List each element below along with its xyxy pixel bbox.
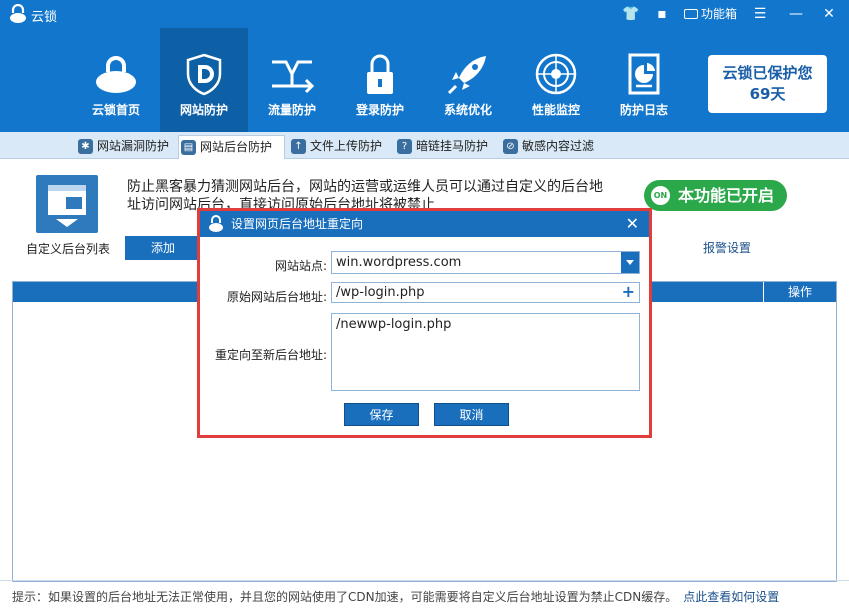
app-title: 云锁 bbox=[31, 10, 58, 25]
bug-icon: ✱ bbox=[78, 139, 93, 154]
alarm-settings-link[interactable]: 报警设置 bbox=[703, 239, 751, 256]
app-header: 云锁 👕 ▪ 功能箱 ☰ — ✕ 云锁首页 网站防护 流量防护 登录防护 系统优… bbox=[0, 0, 849, 132]
radar-icon bbox=[535, 53, 577, 95]
traffic-icon bbox=[272, 60, 314, 94]
cancel-button[interactable]: 取消 bbox=[434, 403, 509, 426]
redirect-dialog: 设置网页后台地址重定向 ✕ 网站站点: win.wordpress.com 原始… bbox=[197, 208, 652, 438]
site-value: win.wordpress.com bbox=[336, 255, 462, 270]
app-logo-icon bbox=[10, 4, 26, 23]
tab-upload-protect[interactable]: ↑ 文件上传防护 bbox=[289, 135, 391, 159]
new-path-textarea[interactable]: /newwp-login.php bbox=[331, 313, 640, 391]
browser-icon: ▤ bbox=[181, 140, 196, 155]
site-label: 网站站点: bbox=[274, 259, 327, 273]
tab-label: 网站后台防护 bbox=[200, 140, 273, 154]
padlock-icon bbox=[367, 54, 393, 94]
nav-performance-monitor[interactable]: 性能监控 bbox=[512, 28, 600, 132]
nav-label: 系统优化 bbox=[443, 103, 492, 117]
toolbox-icon bbox=[684, 9, 698, 19]
function-box-button[interactable]: 功能箱 bbox=[684, 5, 737, 23]
status-text: 本功能已开启 bbox=[678, 186, 775, 205]
sub-tabs: ✱ 网站漏洞防护 ▤ 网站后台防护 ↑ 文件上传防护 ? 暗链挂马防护 ⊘ 敏感内容过滤 bbox=[0, 132, 849, 159]
original-path-label: 原始网站后台地址: bbox=[226, 290, 327, 304]
plus-icon[interactable]: + bbox=[622, 282, 635, 301]
protect-days-box[interactable]: 云锁已保护您 69天 bbox=[708, 55, 827, 113]
site-select[interactable]: win.wordpress.com bbox=[331, 251, 640, 274]
nav-system-optimize[interactable]: 系统优化 bbox=[424, 28, 512, 132]
tab-label: 网站漏洞防护 bbox=[97, 139, 170, 153]
message-icon[interactable]: ▪ bbox=[653, 5, 671, 23]
nav-label: 云锁首页 bbox=[91, 103, 140, 117]
nav-label: 防护日志 bbox=[619, 103, 668, 117]
backend-list-icon bbox=[36, 175, 98, 233]
dialog-title: 设置网页后台地址重定向 bbox=[231, 217, 364, 231]
filter-icon: ⊘ bbox=[503, 139, 518, 154]
nav-website-protect[interactable]: 网站防护 bbox=[160, 28, 248, 132]
close-icon[interactable]: ✕ bbox=[820, 5, 838, 23]
nav-label: 流量防护 bbox=[267, 103, 316, 117]
protect-text: 云锁已保护您 bbox=[722, 64, 813, 82]
menu-icon[interactable]: ☰ bbox=[751, 5, 769, 23]
app-logo-icon bbox=[209, 215, 223, 232]
footer-tip: 提示：如果设置的后台地址无法正常使用，并且您的网站使用了CDN加速，可能需要将自… bbox=[12, 588, 779, 605]
nav-traffic-protect[interactable]: 流量防护 bbox=[248, 28, 336, 132]
minimize-icon[interactable]: — bbox=[787, 5, 805, 23]
feature-label: 自定义后台列表 bbox=[26, 242, 111, 256]
footer-tip-text: 提示：如果设置的后台地址无法正常使用，并且您的网站使用了CDN加速，可能需要将自… bbox=[12, 590, 678, 604]
skin-icon[interactable]: 👕 bbox=[622, 5, 640, 23]
new-path-label: 重定向至新后台地址: bbox=[214, 348, 327, 362]
nav-label: 网站防护 bbox=[179, 103, 228, 117]
tab-label: 文件上传防护 bbox=[310, 139, 383, 153]
original-path-input[interactable]: /wp-login.php + bbox=[331, 282, 640, 303]
nav-label: 性能监控 bbox=[531, 103, 580, 117]
new-path-value: /newwp-login.php bbox=[336, 317, 452, 332]
shield-d-icon bbox=[186, 53, 222, 96]
original-path-value: /wp-login.php bbox=[336, 285, 425, 300]
dialog-close-icon[interactable]: ✕ bbox=[626, 211, 639, 237]
feature-status-toggle[interactable]: ON 本功能已开启 bbox=[644, 180, 787, 211]
tab-darklink-protect[interactable]: ? 暗链挂马防护 bbox=[395, 135, 499, 159]
log-icon bbox=[628, 53, 660, 95]
on-toggle-icon: ON bbox=[649, 184, 672, 207]
nav-protect-log[interactable]: 防护日志 bbox=[600, 28, 688, 132]
tab-backend-protect[interactable]: ▤ 网站后台防护 bbox=[178, 135, 285, 159]
protect-days: 69天 bbox=[749, 85, 786, 103]
nav-login-protect[interactable]: 登录防护 bbox=[336, 28, 424, 132]
help-link[interactable]: 点此查看如何设置 bbox=[683, 590, 779, 604]
function-box-label: 功能箱 bbox=[701, 7, 738, 21]
title-bar: 云锁 👕 ▪ 功能箱 ☰ — ✕ bbox=[0, 0, 849, 28]
tab-label: 敏感内容过滤 bbox=[522, 139, 595, 153]
save-button[interactable]: 保存 bbox=[344, 403, 419, 426]
add-button[interactable]: 添加 bbox=[125, 236, 201, 260]
question-icon: ? bbox=[397, 139, 412, 154]
chevron-down-icon[interactable] bbox=[621, 252, 639, 273]
column-header-operation: 操作 bbox=[763, 282, 836, 302]
tab-label: 暗链挂马防护 bbox=[416, 139, 489, 153]
upload-icon: ↑ bbox=[291, 139, 306, 154]
nav-label: 登录防护 bbox=[355, 103, 404, 117]
tab-content-filter[interactable]: ⊘ 敏感内容过滤 bbox=[501, 135, 605, 159]
nav-home[interactable]: 云锁首页 bbox=[72, 28, 160, 132]
footer-divider bbox=[0, 580, 849, 581]
cloud-lock-icon bbox=[96, 56, 136, 93]
rocket-icon bbox=[447, 56, 486, 95]
tab-vuln-protect[interactable]: ✱ 网站漏洞防护 bbox=[76, 135, 176, 159]
dialog-titlebar: 设置网页后台地址重定向 ✕ bbox=[200, 211, 649, 237]
